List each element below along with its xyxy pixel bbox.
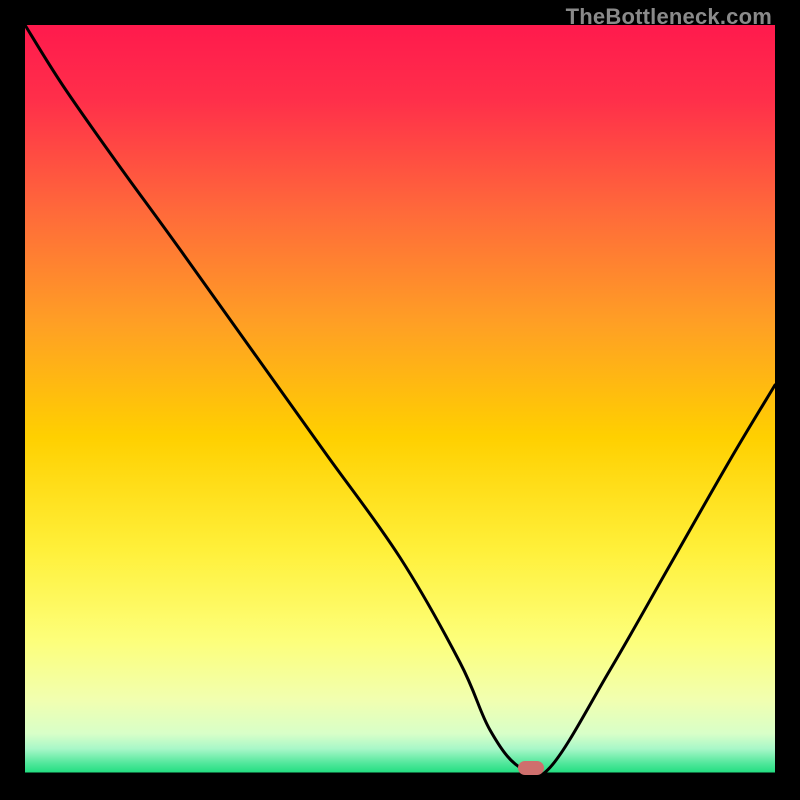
optimum-marker [518,761,544,775]
chart-container: TheBottleneck.com [0,0,800,800]
bottleneck-curve [25,25,775,777]
chart-svg [25,25,775,775]
